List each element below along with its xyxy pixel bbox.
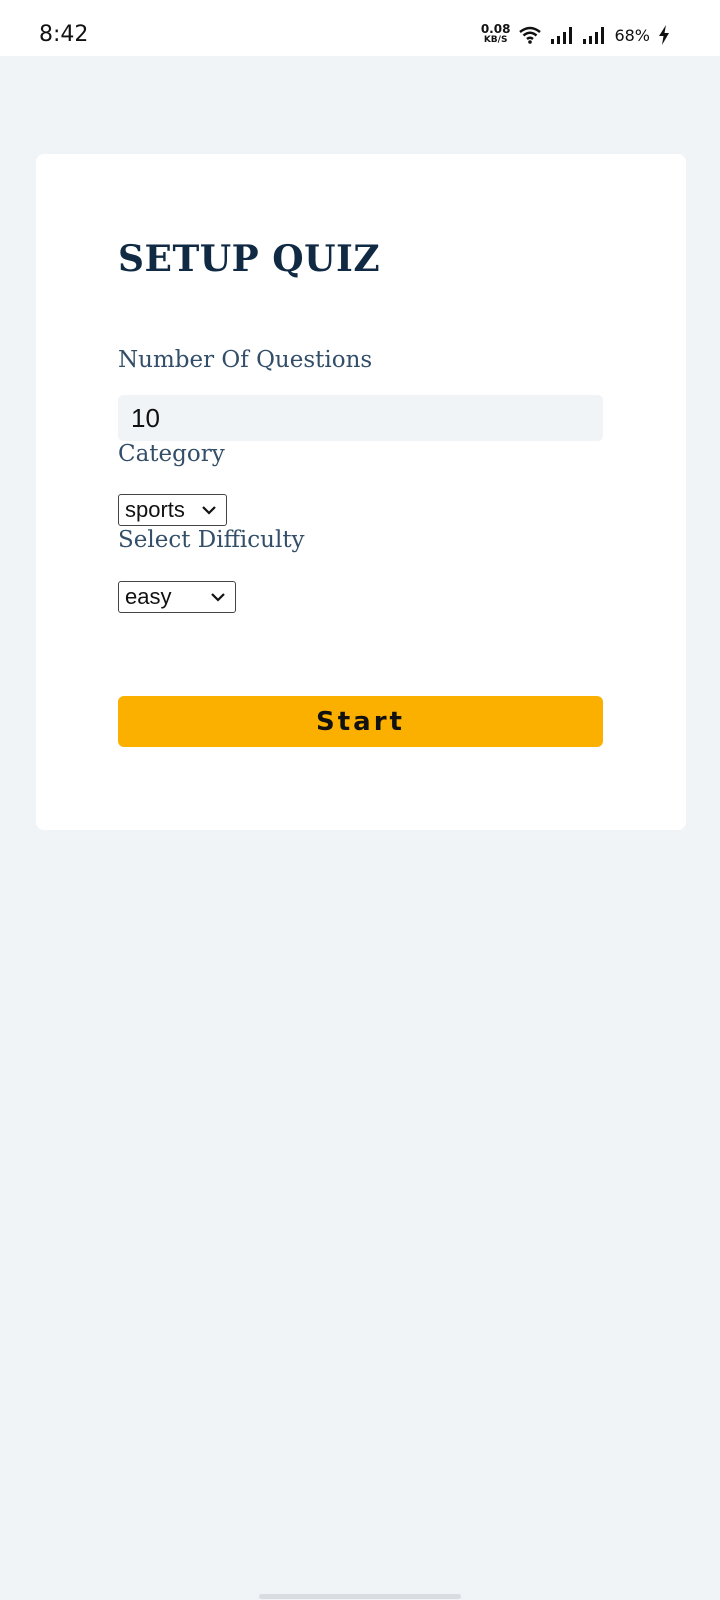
network-speed-value: 0.08 — [480, 22, 511, 36]
questions-label: Number Of Questions — [118, 347, 373, 373]
status-time: 8:42 — [39, 22, 89, 47]
page-title: SETUP QUIZ — [118, 238, 381, 280]
chevron-down-icon — [202, 506, 216, 515]
battery-percent: 68% — [614, 25, 650, 45]
network-speed: 0.08 KB/S — [480, 22, 511, 46]
chevron-down-icon — [211, 593, 225, 602]
difficulty-label: Select Difficulty — [118, 527, 305, 553]
wifi-icon — [519, 26, 542, 44]
signal-icon — [583, 27, 605, 44]
difficulty-select[interactable]: easy — [118, 581, 236, 613]
status-bar: 8:42 0.08 KB/S 68% — [0, 0, 720, 56]
questions-count-input[interactable] — [118, 395, 603, 441]
status-icons: 0.08 KB/S 68% — [480, 22, 670, 46]
network-speed-unit: KB/S — [483, 35, 508, 45]
category-select-value: sports — [125, 497, 185, 522]
charging-icon — [659, 25, 669, 45]
category-select[interactable]: sports — [118, 494, 227, 526]
difficulty-select-value: easy — [125, 584, 172, 609]
category-label: Category — [118, 441, 225, 467]
start-button[interactable]: Start — [118, 696, 603, 747]
signal-icon — [551, 27, 573, 44]
home-indicator[interactable] — [259, 1594, 461, 1599]
